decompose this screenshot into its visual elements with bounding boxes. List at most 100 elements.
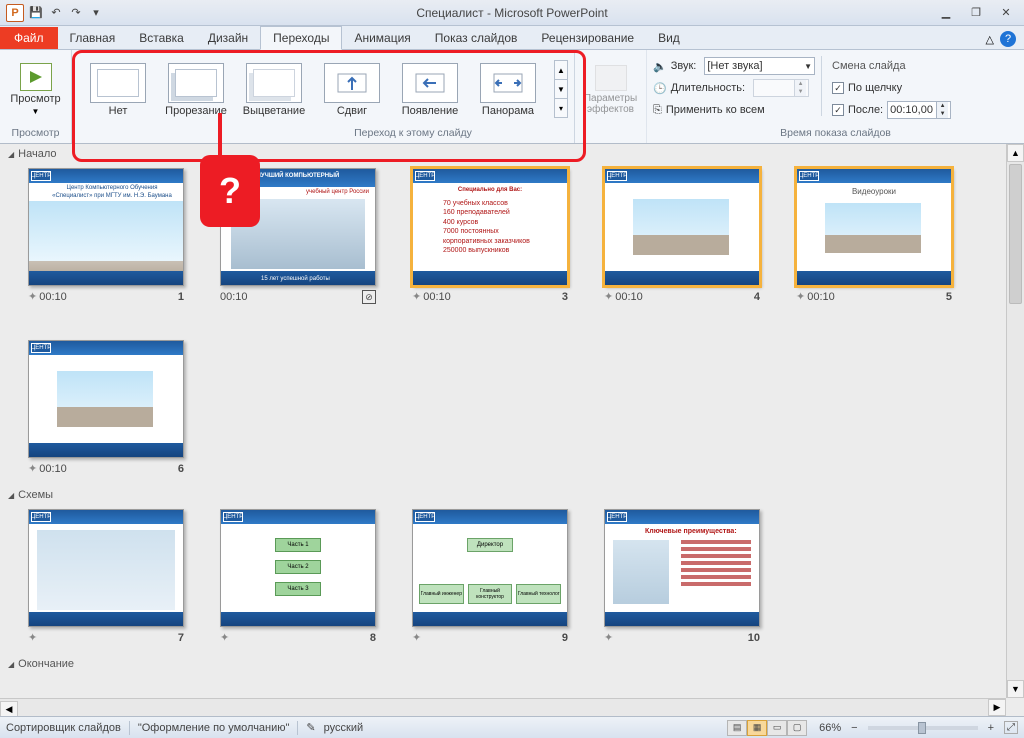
animation-icon: ✦ bbox=[796, 290, 805, 303]
sound-label: Звук: bbox=[671, 60, 697, 72]
status-theme: "Оформление по умолчанию" bbox=[138, 722, 290, 734]
after-time-field[interactable]: 00:10,00 ▲▼ bbox=[887, 101, 951, 119]
group-preview: Просмотр ▼ Просмотр bbox=[0, 50, 72, 143]
apply-all-button[interactable]: ⎘ Применить ко всем bbox=[653, 100, 815, 120]
transition-wipe[interactable]: Появление bbox=[394, 60, 466, 120]
slide-3[interactable]: ЦЕНТР Специально для Вас: 70 учебных кла… bbox=[412, 168, 568, 304]
slide-5[interactable]: ЦЕНТР Видеоуроки ✦00:105 bbox=[796, 168, 952, 304]
clock-icon: 🕒 bbox=[653, 82, 667, 95]
window-title: Специалист - Microsoft PowerPoint bbox=[0, 6, 1024, 20]
spellcheck-icon[interactable]: ✎ bbox=[306, 721, 315, 734]
tab-home[interactable]: Главная bbox=[58, 27, 128, 49]
after-checkbox[interactable]: ✓ bbox=[832, 104, 844, 116]
animation-icon: ✦ bbox=[412, 631, 421, 644]
tab-review[interactable]: Рецензирование bbox=[529, 27, 646, 49]
slide-sorter: ◢ Начало ЦЕНТР Центр Компьютерного Обуче… bbox=[0, 144, 1024, 716]
preview-button[interactable]: Просмотр ▼ bbox=[4, 61, 66, 118]
ribbon: Просмотр ▼ Просмотр Нет Прорезание Выцве… bbox=[0, 50, 1024, 144]
view-normal-button[interactable]: ▤ bbox=[727, 720, 747, 736]
horizontal-scrollbar[interactable]: ◀ ▶ bbox=[0, 698, 1006, 716]
group-effect-options: Параметры эффектов bbox=[575, 50, 647, 143]
animation-icon: ✦ bbox=[412, 290, 421, 303]
locked-icon: ⊘ bbox=[362, 290, 376, 304]
section-header-1[interactable]: ◢ Начало bbox=[0, 144, 1024, 164]
undo-icon[interactable]: ↶ bbox=[48, 5, 64, 21]
minimize-icon[interactable]: ▁ bbox=[938, 5, 954, 21]
zoom-value: 66% bbox=[819, 722, 841, 734]
tab-design[interactable]: Дизайн bbox=[196, 27, 260, 49]
scroll-left-icon[interactable]: ◀ bbox=[0, 701, 18, 716]
transition-split[interactable]: Панорама bbox=[472, 60, 544, 120]
duration-field: ▲▼ bbox=[753, 79, 809, 97]
speaker-icon: 🔈 bbox=[653, 60, 667, 73]
view-slideshow-button[interactable]: ▢ bbox=[787, 720, 807, 736]
ribbon-tabs: Файл Главная Вставка Дизайн Переходы Ани… bbox=[0, 26, 1024, 50]
on-click-label: По щелчку bbox=[848, 82, 902, 94]
section-header-2[interactable]: ◢ Схемы bbox=[0, 485, 1024, 505]
title-bar: P 💾 ↶ ↷ ▾ Специалист - Microsoft PowerPo… bbox=[0, 0, 1024, 26]
ribbon-minimize-icon[interactable]: △ bbox=[986, 33, 994, 46]
transition-fade[interactable]: Выцветание bbox=[238, 60, 310, 120]
tab-slideshow[interactable]: Показ слайдов bbox=[423, 27, 530, 49]
slide-10[interactable]: ЦЕНТР Ключевые преимущества: ✦10 bbox=[604, 509, 760, 644]
view-reading-button[interactable]: ▭ bbox=[767, 720, 787, 736]
slide-6[interactable]: ЦЕНТР ✦00:106 bbox=[28, 340, 184, 475]
slide-7[interactable]: ЦЕНТР ✦7 bbox=[28, 509, 184, 644]
tab-animations[interactable]: Анимация bbox=[342, 27, 422, 49]
file-tab[interactable]: Файл bbox=[0, 27, 58, 49]
animation-icon: ✦ bbox=[220, 631, 229, 644]
scroll-up-icon[interactable]: ▲ bbox=[1007, 144, 1024, 162]
vertical-scrollbar[interactable]: ▲ ▼ bbox=[1006, 144, 1024, 698]
tab-transitions[interactable]: Переходы bbox=[260, 26, 342, 50]
gallery-scroll[interactable]: ▲ ▼ ▾ bbox=[554, 60, 568, 118]
view-buttons: ▤ ▦ ▭ ▢ bbox=[727, 720, 807, 736]
gallery-more-icon[interactable]: ▾ bbox=[555, 99, 567, 117]
transition-cut[interactable]: Прорезание bbox=[160, 60, 232, 120]
status-lang: русский bbox=[324, 722, 363, 734]
tab-view[interactable]: Вид bbox=[646, 27, 692, 49]
status-bar: Сортировщик слайдов "Оформление по умолч… bbox=[0, 716, 1024, 738]
qat-more-icon[interactable]: ▾ bbox=[88, 5, 104, 21]
transitions-gallery[interactable]: Нет Прорезание Выцветание Сдвиг Появлени… bbox=[78, 54, 548, 122]
apply-all-icon: ⎘ bbox=[653, 104, 662, 117]
collapse-icon: ◢ bbox=[8, 660, 14, 669]
collapse-icon: ◢ bbox=[8, 150, 14, 159]
highlight-callout: ? bbox=[200, 155, 260, 227]
redo-icon[interactable]: ↷ bbox=[68, 5, 84, 21]
tab-insert[interactable]: Вставка bbox=[127, 27, 196, 49]
scroll-thumb[interactable] bbox=[1009, 164, 1022, 304]
restore-icon[interactable]: ❐ bbox=[968, 5, 984, 21]
powerpoint-logo-icon: P bbox=[6, 4, 24, 22]
transition-push[interactable]: Сдвиг bbox=[316, 60, 388, 120]
animation-icon: ✦ bbox=[604, 290, 613, 303]
zoom-out-button[interactable]: − bbox=[851, 722, 857, 734]
group-timing: 🔈 Звук: [Нет звука]▼ 🕒 Длительность: ▲▼ … bbox=[647, 50, 1024, 143]
quick-access-toolbar: P 💾 ↶ ↷ ▾ bbox=[0, 4, 104, 22]
slide-8[interactable]: ЦЕНТР Часть 1 Часть 2 Часть 3 ✦8 bbox=[220, 509, 376, 644]
window-controls: ▁ ❐ ✕ bbox=[938, 5, 1024, 21]
view-sorter-button[interactable]: ▦ bbox=[747, 720, 767, 736]
section-header-3[interactable]: ◢ Окончание bbox=[0, 654, 1024, 674]
zoom-in-button[interactable]: + bbox=[988, 722, 994, 734]
animation-icon: ✦ bbox=[28, 462, 37, 475]
slide-9[interactable]: ЦЕНТР Директор Главный инженер Главный к… bbox=[412, 509, 568, 644]
slide-4[interactable]: ЦЕНТР ✦00:104 bbox=[604, 168, 760, 304]
advance-title: Смена слайда bbox=[832, 56, 951, 76]
transition-none[interactable]: Нет bbox=[82, 60, 154, 120]
close-icon[interactable]: ✕ bbox=[998, 5, 1014, 21]
slide-1[interactable]: ЦЕНТР Центр Компьютерного Обучения «Спец… bbox=[28, 168, 184, 304]
effect-options-button: Параметры эффектов bbox=[578, 63, 643, 117]
after-label: После: bbox=[848, 104, 883, 116]
scroll-down-icon[interactable]: ▼ bbox=[1007, 680, 1024, 698]
gallery-up-icon[interactable]: ▲ bbox=[555, 61, 567, 80]
animation-icon: ✦ bbox=[604, 631, 613, 644]
save-icon[interactable]: 💾 bbox=[28, 5, 44, 21]
sound-combo[interactable]: [Нет звука]▼ bbox=[704, 57, 815, 75]
scroll-right-icon[interactable]: ▶ bbox=[988, 699, 1006, 716]
duration-label: Длительность: bbox=[671, 82, 745, 94]
on-click-checkbox[interactable]: ✓ bbox=[832, 82, 844, 94]
gallery-down-icon[interactable]: ▼ bbox=[555, 80, 567, 99]
zoom-slider[interactable] bbox=[868, 726, 978, 730]
help-icon[interactable]: ? bbox=[1000, 31, 1016, 47]
fit-window-button[interactable]: ⤢ bbox=[1004, 721, 1018, 734]
